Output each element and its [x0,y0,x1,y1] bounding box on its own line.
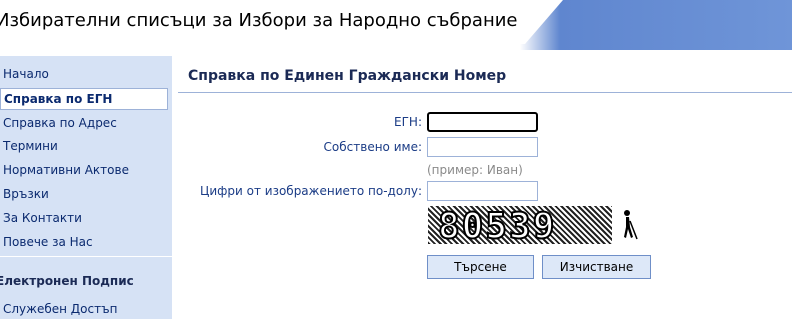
name-input[interactable] [427,137,538,157]
header-title-box: Избирателни списъци за Избори за Народно… [0,0,563,44]
captcha-label: Цифри от изображението по-долу: [200,184,422,198]
sidebar: Начало Справка по ЕГН Справка по Адрес Т… [0,56,172,319]
search-button[interactable]: Търсене [427,255,534,279]
egn-label: ЕГН: [394,115,422,129]
sidebar-item-contacts[interactable]: За Контакти [0,207,170,229]
page-title: Справка по Единен Граждански Номер [188,68,507,84]
sidebar-item-egn-lookup[interactable]: Справка по ЕГН [0,88,168,110]
captcha-input[interactable] [427,181,538,201]
title-divider [178,92,792,93]
name-hint: (пример: Иван) [427,163,523,177]
main-content: Справка по Единен Граждански Номер ЕГН: … [178,56,792,319]
sidebar-item-links[interactable]: Връзки [0,183,170,205]
sidebar-item-home[interactable]: Начало [0,63,170,85]
captcha-image: 80539 [427,205,613,245]
sidebar-section-title: Електронен Подпис [0,274,134,288]
egn-input[interactable] [427,112,538,132]
accessibility-walking-icon[interactable] [620,209,638,241]
sidebar-item-terms[interactable]: Термини [0,135,170,157]
sidebar-item-about[interactable]: Повече за Нас [0,231,170,253]
captcha-digits: 80539 [437,206,557,245]
clear-button[interactable]: Изчистване [542,255,651,279]
sidebar-divider [0,256,172,257]
app-title: Избирателни списъци за Избори за Народно… [0,10,518,31]
sidebar-item-address-lookup[interactable]: Справка по Адрес [0,112,170,134]
name-label: Собствено име: [323,140,422,154]
app-header: Избирателни списъци за Избори за Народно… [0,0,792,50]
sidebar-item-official-access[interactable]: Служебен Достъп [0,298,170,320]
sidebar-item-legal-acts[interactable]: Нормативни Актове [0,159,170,181]
